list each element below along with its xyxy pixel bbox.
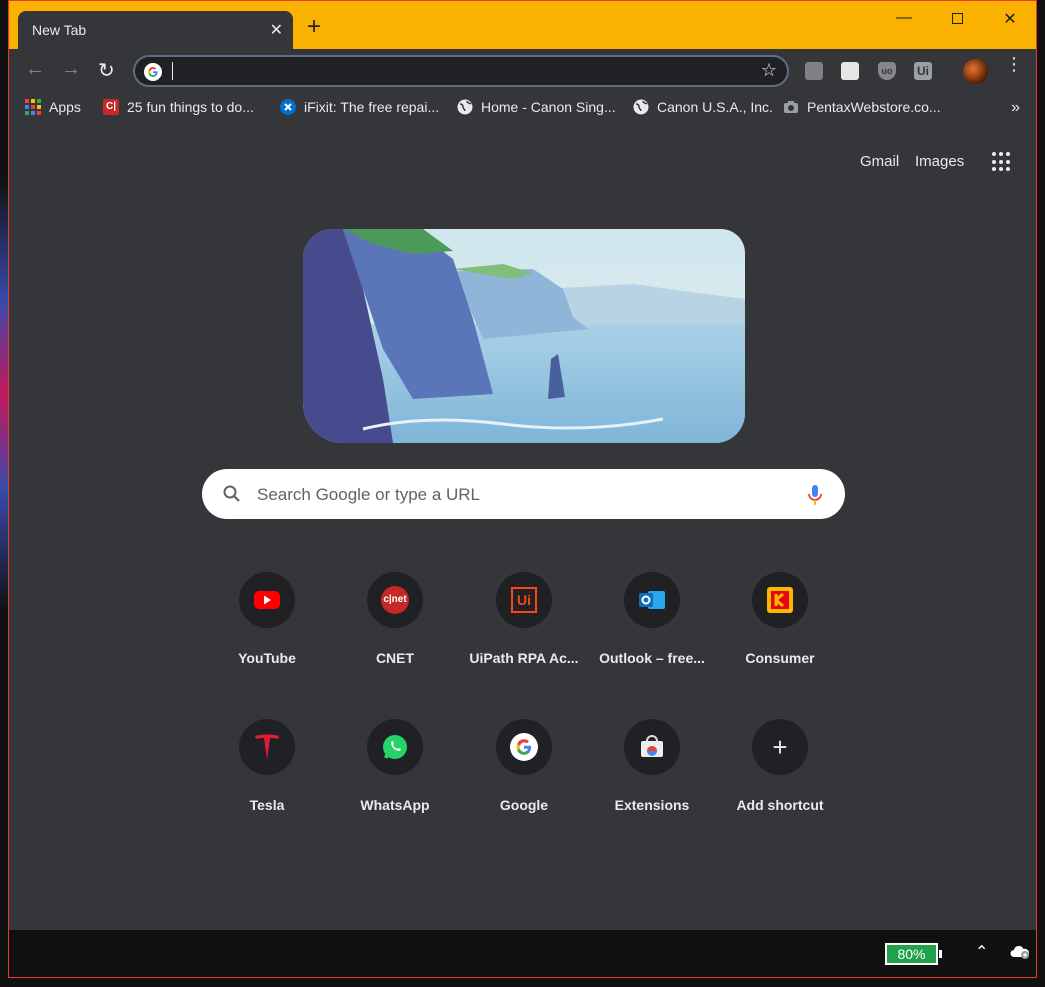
shortcut-whatsapp[interactable]: WhatsApp	[339, 719, 451, 813]
forward-button[interactable]: →	[61, 58, 81, 81]
plus-icon: +	[772, 732, 788, 762]
shortcut-icon-wrap	[496, 719, 552, 775]
shortcut-label: Consumer	[745, 650, 815, 666]
bookmarks-bar: Apps C| 25 fun things to do... iFixit: T…	[9, 91, 1036, 125]
shortcut-icon-wrap: +	[752, 719, 808, 775]
gmail-link[interactable]: Gmail	[860, 153, 899, 170]
browser-window: New Tab ✕ + — ✕ ← → ↻ ☆ uo Ui ⋮ Apps C| …	[8, 0, 1037, 978]
bookmark-label: 25 fun things to do...	[127, 99, 254, 115]
shortcut-label: Tesla	[249, 797, 285, 813]
shortcut-icon-wrap: Ui	[496, 572, 552, 628]
maximize-button[interactable]	[942, 9, 972, 29]
bookmark-label: iFixit: The free repai...	[304, 99, 440, 115]
tesla-icon	[255, 734, 279, 760]
taskbar: 80% ⌃	[9, 930, 1036, 977]
toolbar: ← → ↻ ☆ uo Ui ⋮	[9, 49, 1036, 91]
bookmark-label: Home - Canon Sing...	[481, 99, 616, 115]
shortcut-label: CNET	[375, 650, 415, 666]
google-g-icon	[144, 63, 162, 81]
apps-grid-icon	[25, 99, 41, 115]
bookmark-ifixit[interactable]: iFixit: The free repai...	[280, 99, 439, 115]
uipath-extension-icon[interactable]: Ui	[914, 62, 932, 80]
shortcut-icon-wrap: c|net	[367, 572, 423, 628]
shortcut-icon-wrap	[239, 719, 295, 775]
shortcut-google[interactable]: Google	[468, 719, 580, 813]
bookmark-canon-singapore[interactable]: Home - Canon Sing...	[457, 99, 616, 115]
shortcut-icon-wrap	[239, 572, 295, 628]
battery-indicator[interactable]: 80%	[885, 943, 942, 965]
shortcut-label: UiPath RPA Ac...	[469, 650, 579, 666]
minimize-button[interactable]: —	[889, 9, 919, 29]
shortcut-outlook[interactable]: Outlook – free...	[596, 572, 708, 666]
shortcut-icon-wrap	[624, 719, 680, 775]
camera-favicon	[784, 101, 798, 113]
white-extension-icon[interactable]	[841, 62, 859, 80]
bookmark-label: PentaxWebstore.co...	[807, 99, 941, 115]
bookmark-label: Apps	[49, 99, 81, 115]
search-icon	[223, 485, 240, 502]
shortcut-youtube[interactable]: YouTube	[211, 572, 323, 666]
youtube-icon	[254, 591, 280, 609]
globe-icon	[457, 99, 473, 115]
bookmark-label: Canon U.S.A., Inc.	[657, 99, 773, 115]
tab-title: New Tab	[32, 22, 87, 38]
maximize-icon	[951, 13, 963, 24]
google-doodle-image[interactable]	[303, 229, 745, 443]
reload-button[interactable]: ↻	[98, 58, 115, 83]
search-box[interactable]: Search Google or type a URL	[202, 469, 845, 519]
shortcut-tesla[interactable]: Tesla	[211, 719, 323, 813]
google-apps-icon[interactable]	[992, 152, 1012, 172]
bookmarks-overflow-button[interactable]: »	[1011, 99, 1020, 117]
bookmark-canon-usa[interactable]: Canon U.S.A., Inc.	[633, 99, 773, 115]
uipath-icon: Ui	[511, 587, 537, 613]
shortcut-icon-wrap	[752, 572, 808, 628]
profile-avatar[interactable]	[963, 59, 988, 84]
chrome-web-store-icon	[641, 735, 663, 757]
bookmark-star-icon[interactable]: ☆	[761, 60, 777, 81]
shortcut-label: YouTube	[238, 650, 296, 666]
whatsapp-icon	[383, 735, 407, 759]
globe-icon	[633, 99, 649, 115]
images-link[interactable]: Images	[915, 153, 964, 170]
address-bar[interactable]: ☆	[133, 55, 789, 87]
shortcut-kodak[interactable]: Consumer	[724, 572, 836, 666]
shortcut-label: Add shortcut	[736, 797, 824, 813]
onedrive-cloud-icon[interactable]	[1010, 944, 1030, 960]
close-window-button[interactable]: ✕	[995, 9, 1025, 29]
outlook-icon	[639, 591, 665, 609]
chrome-menu-button[interactable]: ⋮	[1005, 55, 1023, 73]
shortcut-uipath[interactable]: Ui UiPath RPA Ac...	[468, 572, 580, 666]
tab-new-tab[interactable]: New Tab ✕	[18, 11, 293, 49]
text-caret	[172, 62, 173, 80]
gray-extension-icon[interactable]	[805, 62, 823, 80]
bookmark-apps[interactable]: Apps	[25, 99, 81, 115]
shortcut-label: Extensions	[614, 797, 690, 813]
cnet-favicon: C|	[103, 99, 119, 115]
shortcut-label: Google	[499, 797, 549, 813]
new-tab-button[interactable]: +	[307, 15, 321, 39]
shortcut-cnet[interactable]: c|net CNET	[339, 572, 451, 666]
back-button[interactable]: ←	[25, 58, 45, 81]
bookmark-pentax[interactable]: PentaxWebstore.co...	[783, 99, 941, 115]
search-placeholder: Search Google or type a URL	[257, 485, 481, 504]
shortcut-icon-wrap	[367, 719, 423, 775]
cnet-icon: c|net	[381, 586, 409, 614]
shortcut-add[interactable]: + Add shortcut	[724, 719, 836, 813]
shortcut-label: Outlook – free...	[599, 650, 705, 666]
shortcut-icon-wrap	[624, 572, 680, 628]
kodak-icon	[767, 587, 793, 613]
ifixit-favicon	[280, 99, 296, 115]
shortcut-label: WhatsApp	[360, 797, 430, 813]
ublock-origin-icon[interactable]: uo	[878, 62, 896, 80]
shortcut-extensions[interactable]: Extensions	[596, 719, 708, 813]
show-hidden-icons-button[interactable]: ⌃	[975, 942, 988, 962]
title-bar: New Tab ✕ + — ✕	[9, 1, 1036, 49]
microphone-icon[interactable]	[807, 483, 823, 507]
tab-close-icon[interactable]: ✕	[270, 20, 283, 40]
address-input[interactable]	[175, 59, 735, 83]
google-icon	[510, 733, 538, 761]
bookmark-cnet[interactable]: C| 25 fun things to do...	[103, 99, 254, 115]
